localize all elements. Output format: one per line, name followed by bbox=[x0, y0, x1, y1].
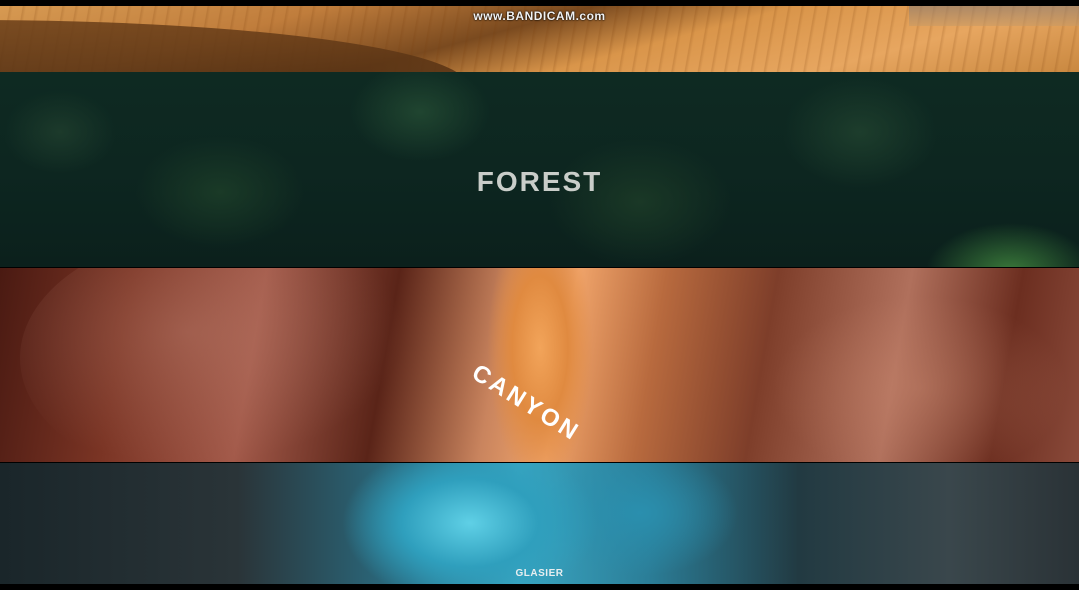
canyon-swirl bbox=[760, 288, 1079, 462]
canyon-band bbox=[0, 268, 1079, 462]
video-frame: www.BANDICAM.com FOREST CANYON GLASIER bbox=[0, 0, 1079, 590]
canyon-swirl bbox=[20, 268, 440, 462]
forest-label: FOREST bbox=[476, 166, 603, 197]
dune-ridge bbox=[0, 20, 493, 72]
glacier-label: GLASIER bbox=[515, 568, 564, 579]
glacier-band bbox=[0, 463, 1079, 584]
bandicam-watermark: www.BANDICAM.com bbox=[473, 9, 606, 23]
